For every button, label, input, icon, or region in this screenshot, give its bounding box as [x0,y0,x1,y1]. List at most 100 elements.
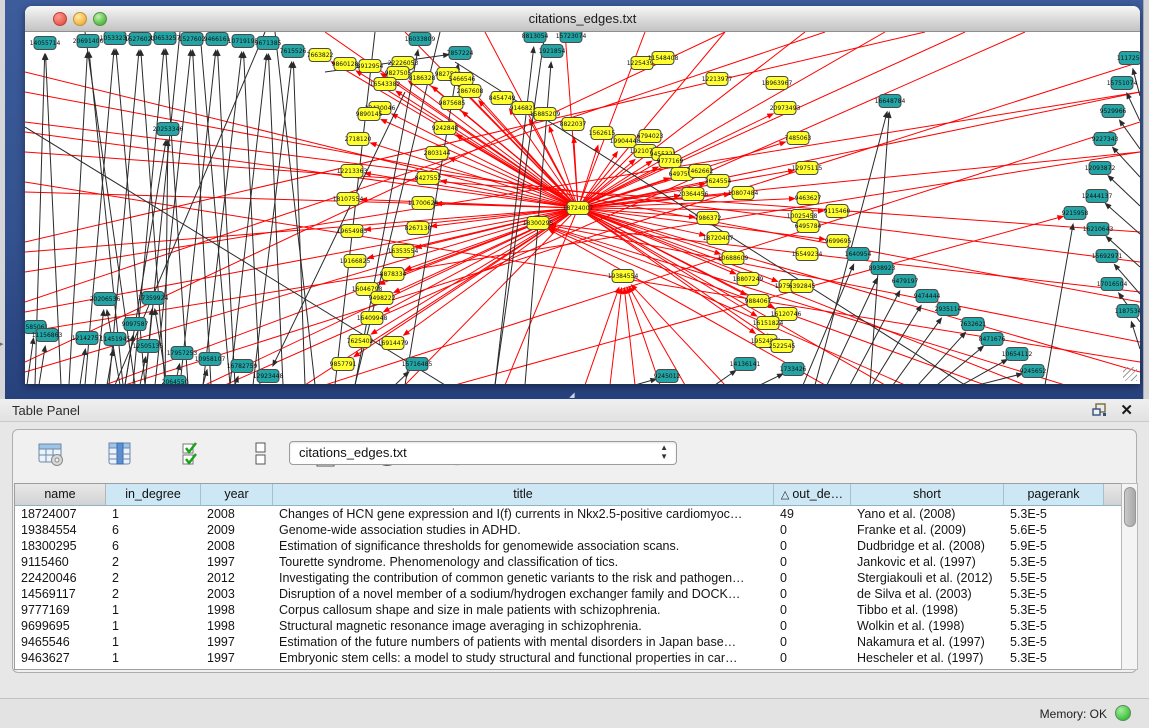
network-node[interactable]: 16782759 [227,360,258,373]
network-node[interactable]: 2522545 [769,340,796,353]
node-table[interactable]: namein_degreeyeartitle△out_de…shortpager… [14,483,1122,670]
network-node[interactable]: 10653257 [150,32,181,45]
network-node[interactable]: 12093872 [1085,162,1116,175]
network-node[interactable]: 16210643 [1083,223,1114,236]
table-row[interactable]: 977716911998Corpus callosum shape and si… [15,602,1122,618]
table-row[interactable]: 946554611997Estimation of the future num… [15,634,1122,650]
network-node[interactable]: 12923448 [253,370,284,383]
network-node[interactable]: 8822037 [560,118,587,131]
network-node[interactable]: 6794023 [637,130,664,143]
table-selector-dropdown[interactable]: citations_edges.txt ▲▼ [289,441,677,465]
network-node[interactable]: 8938923 [869,262,896,275]
table-row[interactable]: 1872400712008Changes of HCN gene express… [15,506,1122,522]
network-node[interactable]: 15716485 [402,358,433,371]
network-node[interactable]: 9463627 [795,192,822,205]
network-node[interactable]: 16353554 [388,245,419,258]
table-scrollbar[interactable] [1121,483,1138,670]
network-node[interactable]: 9884067 [745,295,772,308]
network-node[interactable]: 8186328 [409,72,436,85]
network-node[interactable]: 15751074 [1107,77,1138,90]
network-node[interactable]: 8267130 [405,222,432,235]
network-node[interactable]: 20253346 [153,123,184,136]
network-node[interactable]: 20206536 [90,293,121,306]
network-node[interactable]: 9466161 [204,33,231,46]
network-node[interactable]: 5466546 [449,73,476,86]
network-node[interactable]: 9699695 [825,235,852,248]
network-node[interactable]: 7615526 [280,45,307,58]
network-node[interactable]: 16409948 [357,312,388,325]
network-node[interactable]: 7986372 [695,212,722,225]
network-node[interactable]: 10958107 [195,353,226,366]
network-node[interactable]: 14136141 [730,358,761,371]
network-window-titlebar[interactable]: citations_edges.txt [25,6,1140,32]
network-node[interactable]: 9860128 [332,58,359,71]
network-node[interactable]: 12505135 [133,340,164,353]
network-node[interactable]: 18107554 [333,193,364,206]
network-node[interactable]: 7485063 [785,132,812,145]
network-node[interactable]: 8878334 [380,268,407,281]
network-node[interactable]: 7625402 [347,335,374,348]
panel-collapse-arrow-icon[interactable]: ▸ [0,341,4,348]
network-node[interactable]: 18807249 [733,273,764,286]
network-node[interactable]: 9227343 [1092,133,1119,146]
table-options-button[interactable] [37,440,65,468]
panel-splitter-handle[interactable]: ◢ [566,392,578,399]
network-node[interactable]: 19654985 [337,225,368,238]
network-node[interactable]: 19384554 [608,270,639,283]
table-row[interactable]: 946362711997Embryonic stem cells: a mode… [15,650,1122,666]
network-node[interactable]: 9115460 [824,205,851,218]
network-node[interactable]: 8427552 [415,172,442,185]
network-node[interactable]: 1921854 [539,45,566,58]
network-node[interactable]: 9215958 [1062,207,1089,220]
network-node[interactable]: 20364456 [678,188,709,201]
network-node[interactable]: 1733426 [780,363,807,376]
network-node[interactable]: 11548408 [648,52,679,65]
network-node[interactable]: 9857791 [330,358,357,371]
network-node[interactable]: 9474444 [914,290,941,303]
network-node[interactable]: 12975115 [792,162,823,175]
network-node[interactable]: 18963967 [762,77,793,90]
network-node[interactable]: 16914479 [378,337,409,350]
table-row[interactable]: 1830029562008Estimation of significance … [15,538,1122,554]
resize-grip[interactable] [1123,367,1137,381]
table-scrollbar-thumb[interactable] [1124,487,1136,527]
network-node[interactable]: 16648784 [875,95,906,108]
network-canvas[interactable]: 1872400718300295193845547663822986012889… [25,32,1140,384]
column-header-year[interactable]: year [201,484,273,506]
network-node[interactable]: 8813054 [522,32,549,43]
network-node[interactable]: 18300295 [523,217,554,230]
column-header-in_degree[interactable]: in_degree [106,484,201,506]
network-node[interactable]: 9498222 [369,292,396,305]
network-node[interactable]: 9245652 [1020,365,1047,378]
network-node[interactable]: 8912954 [357,60,384,73]
network-node[interactable]: 2064550 [162,376,189,385]
network-node[interactable]: 16549234 [792,248,823,261]
network-node[interactable]: 11156863 [32,329,63,342]
network-node[interactable]: 11451945 [100,333,131,346]
network-node[interactable]: 2718120 [345,133,372,146]
table-row[interactable]: 911546021997Tourette syndrome. Phenomeno… [15,554,1122,570]
network-node[interactable]: 1527602 [179,33,206,46]
network-node[interactable]: 2867608 [457,85,484,98]
network-node[interactable]: 8454749 [489,92,516,105]
network-node[interactable]: 12213363 [337,165,368,178]
network-node[interactable]: 1117250 [1117,52,1140,65]
network-node[interactable]: 9777169 [657,155,684,168]
network-graph[interactable]: 1872400718300295193845547663822986012889… [25,32,1140,384]
network-node[interactable]: 15692971 [1092,250,1123,263]
select-all-button[interactable] [179,440,207,468]
network-node[interactable]: 6392845 [789,280,816,293]
network-node[interactable]: 17359924 [138,292,169,305]
show-columns-button[interactable] [106,440,134,468]
table-row[interactable]: 1456911722003Disruption of a novel membe… [15,586,1122,602]
network-node[interactable]: 14055714 [30,37,61,50]
network-node[interactable]: 8471676 [979,333,1006,346]
network-node[interactable]: 18720407 [703,232,734,245]
network-node[interactable]: 19166825 [340,255,371,268]
table-row[interactable]: 969969511998Structural magnetic resonanc… [15,618,1122,634]
network-node[interactable]: 7663822 [307,49,334,62]
network-node[interactable]: 9242848 [432,122,459,135]
network-node[interactable]: 9671385 [255,37,282,50]
network-node[interactable]: 10688609 [718,252,749,265]
network-node[interactable]: 6479197 [892,275,919,288]
